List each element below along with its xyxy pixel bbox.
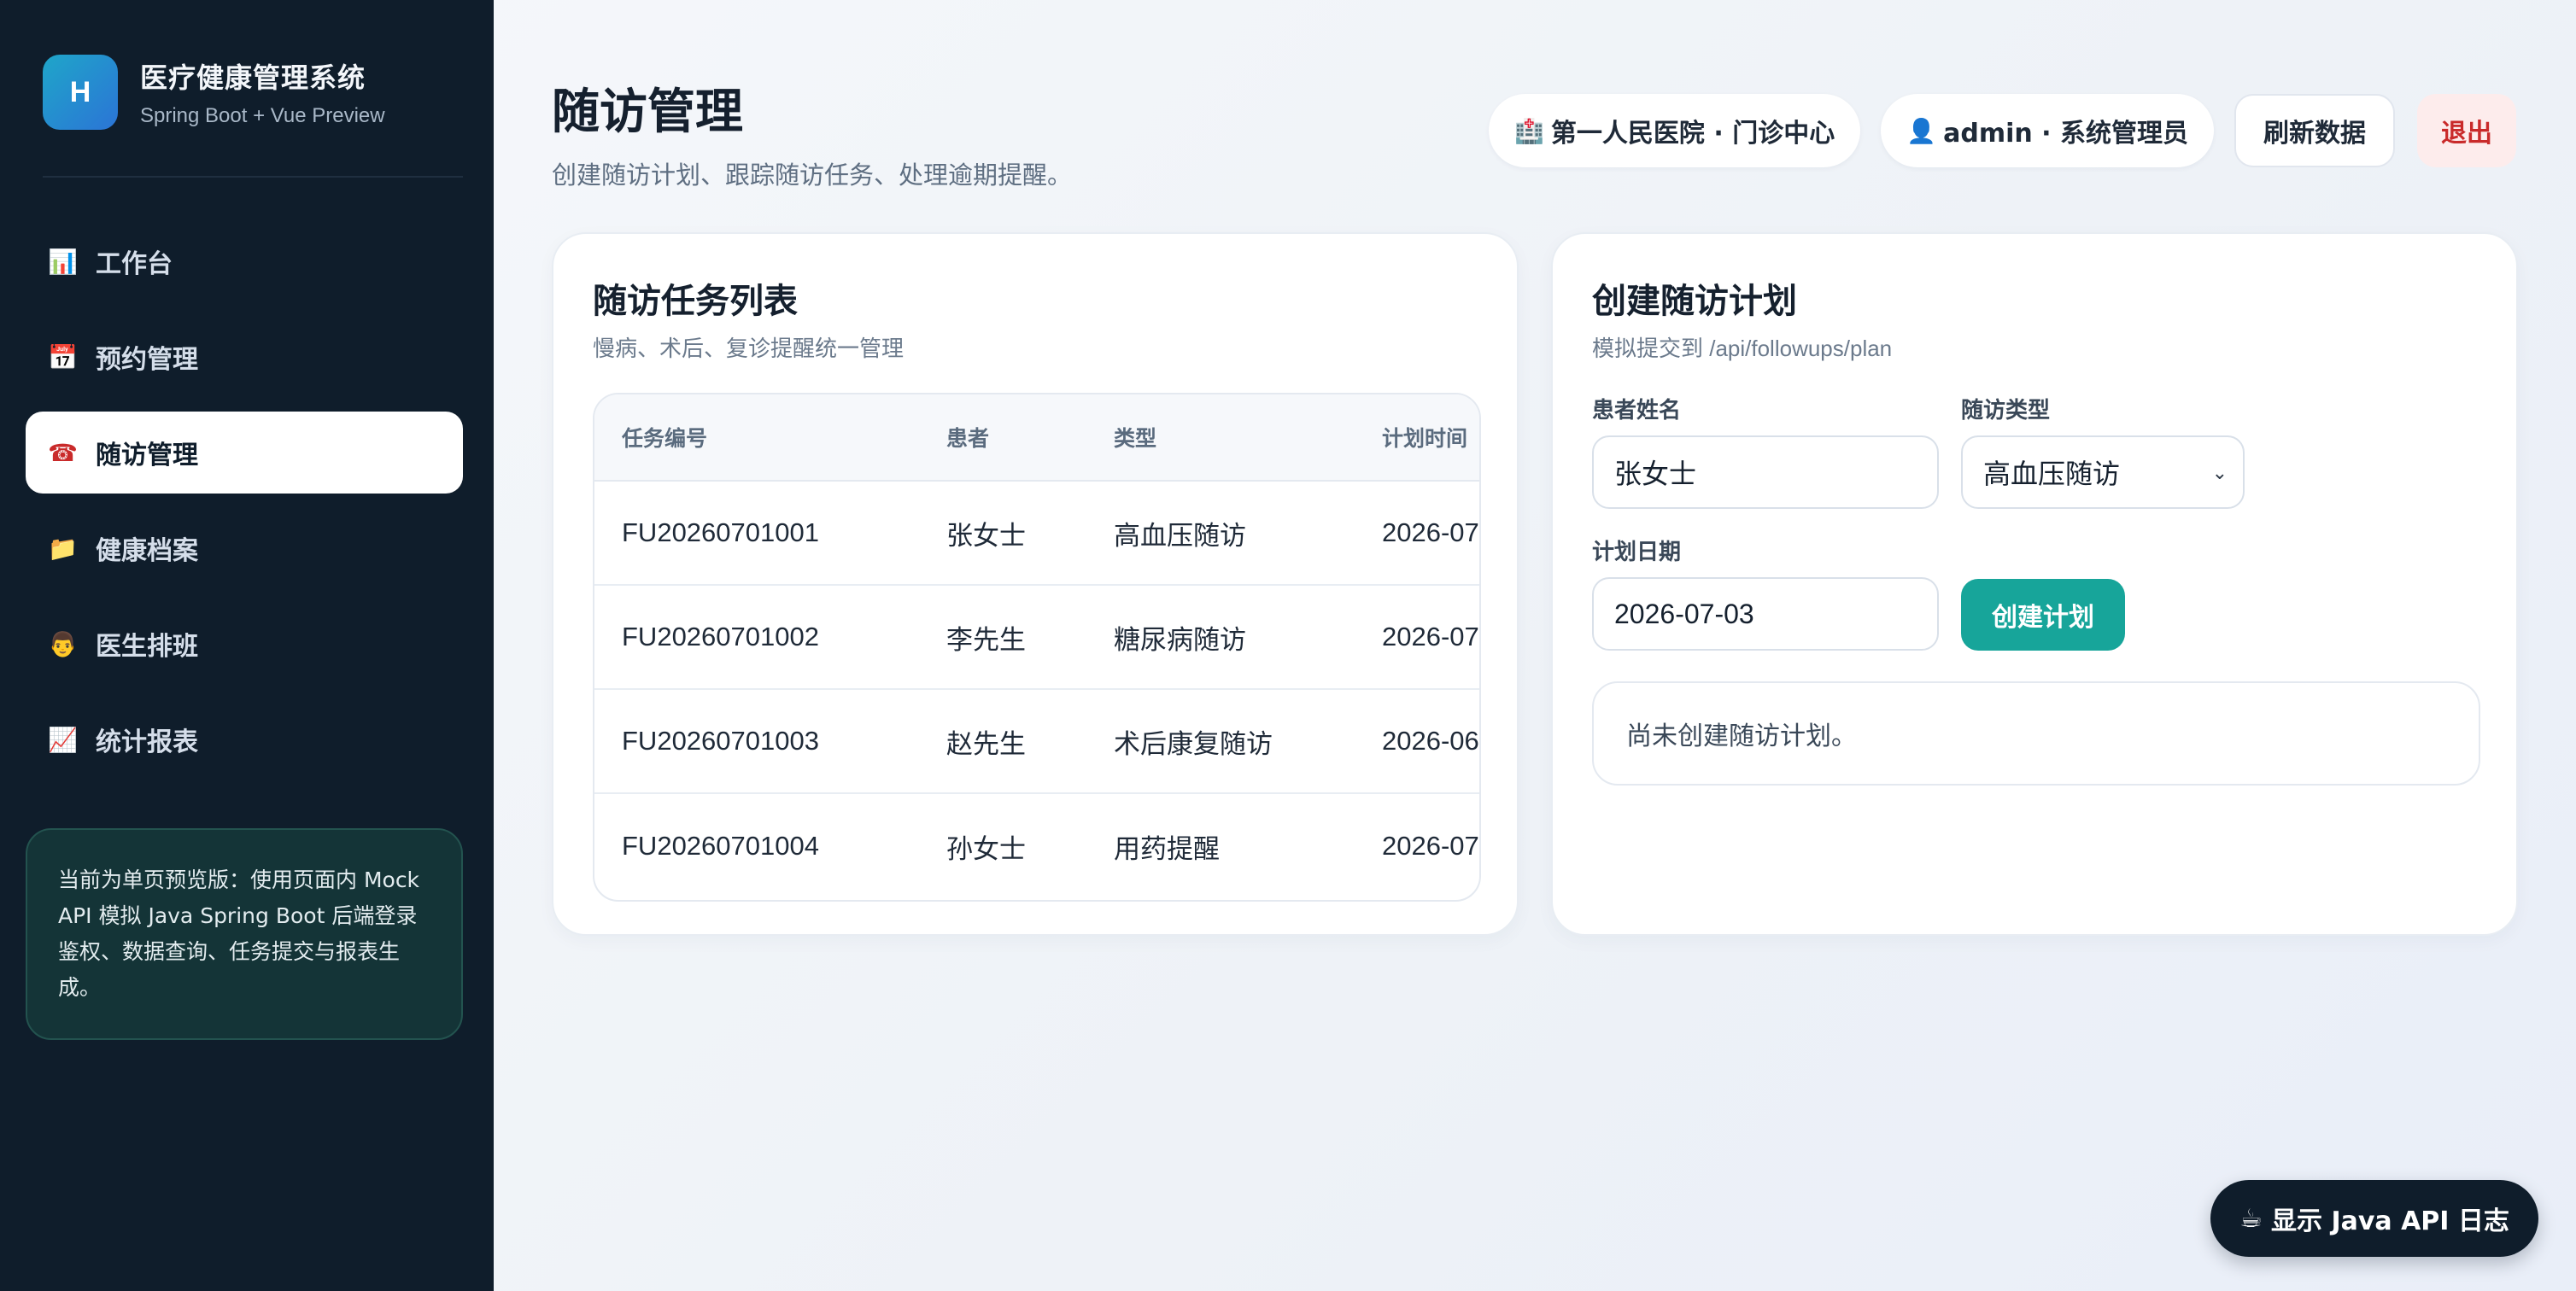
hospital-icon: 🏥 — [1514, 116, 1544, 145]
task-type: 用药提醒 — [1114, 833, 1220, 865]
page-subtitle: 创建随访计划、跟踪随访任务、处理逾期提醒。 — [552, 161, 1073, 190]
sidebar: H 医疗健康管理系统 Spring Boot + Vue Preview 📊 工… — [0, 0, 494, 1291]
plan-date-input[interactable]: 2026-07-03 — [1592, 577, 1939, 651]
task-patient: 孙女士 — [946, 833, 1026, 865]
task-list-title: 随访任务列表 — [593, 282, 798, 321]
sidebar-divider — [43, 176, 463, 178]
sidebar-item-label: 医生排班 — [96, 632, 198, 662]
task-patient: 赵先生 — [946, 728, 1026, 760]
task-id: FU20260701001 — [622, 517, 819, 547]
task-id: FU20260701003 — [622, 726, 819, 756]
task-date: 2026-07 — [1382, 622, 1479, 651]
sidebar-item-label: 健康档案 — [96, 536, 198, 566]
chart-icon: 📊 — [48, 247, 78, 276]
preview-notice: 当前为单页预览版：使用页面内 Mock API 模拟 Java Spring B… — [26, 828, 463, 1040]
header-actions: 🏥 第一人民医院 · 门诊中心 👤 admin · 系统管理员 刷新数据 退出 — [1468, 94, 2516, 167]
page-title: 随访管理 — [552, 85, 743, 140]
followup-type-value: 高血压随访 — [1983, 458, 2121, 490]
sidebar-item-label: 统计报表 — [96, 727, 198, 757]
task-patient: 张女士 — [946, 520, 1026, 552]
task-type: 糖尿病随访 — [1114, 624, 1246, 656]
table-row[interactable]: FU20260701003 赵先生 术后康复随访 2026-06 — [594, 690, 1479, 794]
task-type: 高血压随访 — [1114, 520, 1246, 552]
sidebar-item-label: 工作台 — [96, 249, 173, 279]
task-id: FU20260701004 — [622, 831, 819, 861]
show-api-log-label: 显示 Java API 日志 — [2271, 1206, 2509, 1236]
user-badge: 👤 admin · 系统管理员 — [1881, 94, 2214, 167]
trend-icon: 📈 — [48, 725, 78, 754]
column-header-type: 类型 — [1114, 426, 1157, 451]
phone-icon: ☎ — [48, 438, 78, 467]
plan-result: 尚未创建随访计划。 — [1592, 681, 2480, 786]
show-api-log-button[interactable]: ☕ 显示 Java API 日志 — [2210, 1180, 2538, 1257]
plan-form-title: 创建随访计划 — [1592, 282, 1797, 321]
brand-logo: H — [43, 55, 118, 130]
column-header-date: 计划时间 — [1382, 426, 1468, 451]
chevron-down-icon: ⌄ — [2211, 463, 2228, 484]
task-id: FU20260701002 — [622, 622, 819, 651]
brand-title: 医疗健康管理系统 — [140, 61, 366, 94]
logout-button[interactable]: 退出 — [2417, 94, 2516, 167]
followup-type-select[interactable]: 高血压随访 ⌄ — [1961, 435, 2245, 509]
sidebar-item-appointments[interactable]: 📅 预约管理 — [26, 316, 463, 398]
column-header-id: 任务编号 — [622, 426, 708, 451]
table-row[interactable]: FU20260701004 孙女士 用药提醒 2026-07 — [594, 794, 1479, 898]
patient-name-label: 患者姓名 — [1592, 398, 1682, 424]
calendar-icon: 📅 — [48, 342, 78, 371]
brand: H 医疗健康管理系统 Spring Boot + Vue Preview — [43, 55, 385, 130]
plan-form-subtitle: 模拟提交到 /api/followups/plan — [1592, 336, 1893, 361]
task-date: 2026-07 — [1382, 517, 1479, 547]
sidebar-item-dashboard[interactable]: 📊 工作台 — [26, 220, 463, 302]
patient-name-input[interactable]: 张女士 — [1592, 435, 1939, 509]
doctor-icon: 👨 — [48, 629, 78, 658]
table-row[interactable]: FU20260701002 李先生 糖尿病随访 2026-07 — [594, 586, 1479, 690]
task-date: 2026-06 — [1382, 726, 1479, 756]
folder-icon: 📁 — [48, 534, 78, 563]
hospital-name: 第一人民医院 · 门诊中心 — [1550, 119, 1835, 149]
create-plan-card: 创建随访计划 模拟提交到 /api/followups/plan 患者姓名 张女… — [1551, 232, 2518, 936]
task-table: 任务编号 患者 类型 计划时间 FU20260701001 张女士 高血压随访 … — [593, 393, 1481, 902]
sidebar-item-label: 预约管理 — [96, 345, 198, 375]
table-header: 任务编号 患者 类型 计划时间 — [594, 394, 1479, 482]
sidebar-item-label: 随访管理 — [96, 441, 198, 470]
followup-type-label: 随访类型 — [1961, 398, 2051, 424]
user-icon: 👤 — [1906, 116, 1937, 145]
sidebar-item-reports[interactable]: 📈 统计报表 — [26, 698, 463, 780]
user-name: admin · 系统管理员 — [1943, 119, 2188, 149]
task-list-subtitle: 慢病、术后、复诊提醒统一管理 — [593, 336, 905, 362]
sidebar-item-health-records[interactable]: 📁 健康档案 — [26, 507, 463, 589]
followup-task-card: 随访任务列表 慢病、术后、复诊提醒统一管理 任务编号 患者 类型 计划时间 FU… — [552, 232, 1519, 936]
brand-subtitle: Spring Boot + Vue Preview — [140, 104, 385, 127]
refresh-button[interactable]: 刷新数据 — [2234, 94, 2395, 167]
coffee-icon: ☕ — [2239, 1203, 2263, 1234]
hospital-badge: 🏥 第一人民医院 · 门诊中心 — [1489, 94, 1861, 167]
sidebar-item-doctor-schedule[interactable]: 👨 医生排班 — [26, 603, 463, 685]
sidebar-nav: 📊 工作台 📅 预约管理 ☎ 随访管理 📁 健康档案 👨 医生排班 📈 统计报表 — [26, 220, 463, 794]
plan-date-label: 计划日期 — [1592, 540, 1682, 565]
table-row[interactable]: FU20260701001 张女士 高血压随访 2026-07 — [594, 482, 1479, 586]
column-header-patient: 患者 — [946, 426, 990, 451]
create-plan-button[interactable]: 创建计划 — [1961, 579, 2125, 651]
sidebar-item-followups[interactable]: ☎ 随访管理 — [26, 412, 463, 494]
task-patient: 李先生 — [946, 624, 1026, 656]
task-date: 2026-07 — [1382, 831, 1479, 861]
task-type: 术后康复随访 — [1114, 728, 1273, 760]
